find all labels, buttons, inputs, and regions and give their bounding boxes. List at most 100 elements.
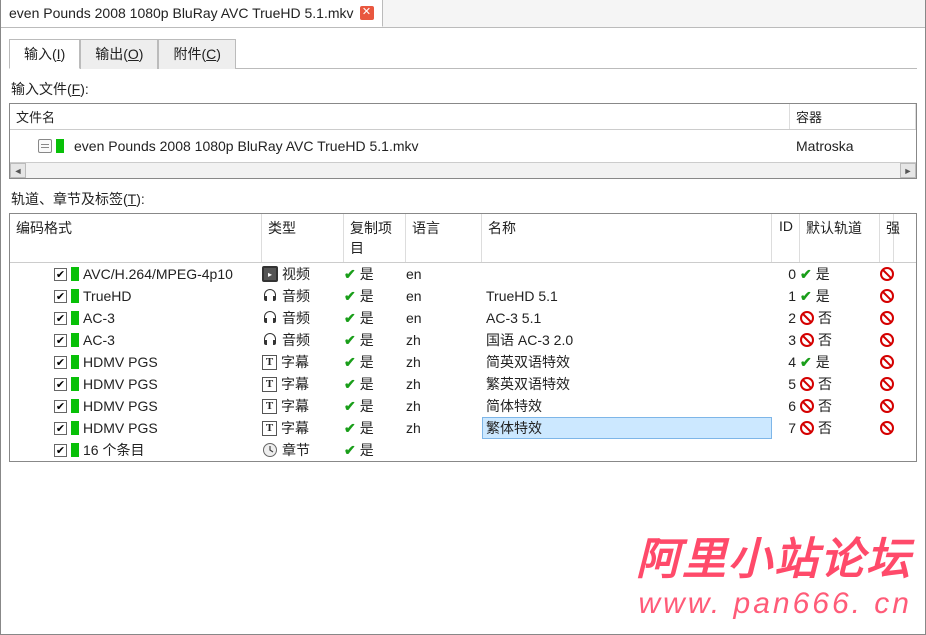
type-label: 章节 — [282, 440, 310, 460]
check-icon: ✔ — [800, 354, 812, 371]
codec-label: HDMV PGS — [83, 420, 158, 436]
type-label: 音频 — [282, 308, 310, 328]
col-container[interactable]: 容器 — [790, 104, 916, 129]
track-row[interactable]: ✔AC-3音频✔ 是zh国语 AC-3 2.03 否 — [10, 329, 916, 351]
col-codec[interactable]: 编码格式 — [10, 214, 262, 262]
check-icon: ✔ — [344, 420, 356, 437]
col-type[interactable]: 类型 — [262, 214, 344, 262]
col-default[interactable]: 默认轨道 — [800, 214, 880, 262]
clock-icon — [262, 442, 278, 458]
check-icon: ✔ — [800, 266, 812, 283]
track-row[interactable]: ✔HDMV PGST字幕✔ 是zh繁体特效7 否 — [10, 417, 916, 439]
tab-output[interactable]: 输出(O) — [80, 39, 158, 69]
track-row[interactable]: ✔HDMV PGST字幕✔ 是zh简体特效6 否 — [10, 395, 916, 417]
track-row[interactable]: ✔16 个条目章节✔ 是 — [10, 439, 916, 461]
file-tab-title: even Pounds 2008 1080p BluRay AVC TrueHD… — [9, 5, 354, 21]
track-header: 编码格式 类型 复制项目 语言 名称 ID 默认轨道 强 — [10, 214, 916, 263]
file-name: even Pounds 2008 1080p BluRay AVC TrueHD… — [70, 138, 790, 154]
lang-label: en — [406, 288, 422, 304]
name-label: 简体特效 — [486, 396, 542, 416]
lang-label: zh — [406, 354, 421, 370]
forbid-icon — [880, 399, 894, 413]
status-mark-icon — [56, 139, 64, 153]
forbid-icon — [880, 421, 894, 435]
id-label: 6 — [788, 398, 796, 414]
headphones-icon — [262, 288, 278, 304]
forbid-icon — [800, 421, 814, 435]
track-checkbox[interactable]: ✔ — [54, 356, 67, 369]
file-tab[interactable]: even Pounds 2008 1080p BluRay AVC TrueHD… — [1, 0, 383, 27]
track-checkbox[interactable]: ✔ — [54, 268, 67, 281]
name-label: 国语 AC-3 2.0 — [486, 330, 573, 350]
tracks-label: 轨道、章节及标签(T): — [11, 189, 917, 209]
input-files-list: 文件名 容器 even Pounds 2008 1080p BluRay AVC… — [9, 103, 917, 179]
forbid-icon — [800, 377, 814, 391]
lang-label: zh — [406, 332, 421, 348]
col-name[interactable]: 名称 — [482, 214, 772, 262]
horizontal-scrollbar[interactable]: ◄ ► — [10, 162, 916, 178]
forbid-icon — [880, 289, 894, 303]
close-icon[interactable]: ✕ — [360, 6, 374, 20]
type-label: 音频 — [282, 286, 310, 306]
name-label: TrueHD 5.1 — [486, 288, 558, 304]
track-row[interactable]: ✔AVC/H.264/MPEG-4p10视频✔ 是en0✔ 是 — [10, 263, 916, 285]
status-mark-icon — [71, 289, 79, 303]
lang-label: zh — [406, 398, 421, 414]
name-label: 繁英双语特效 — [486, 374, 570, 394]
scroll-right-icon[interactable]: ► — [900, 163, 916, 178]
id-label: 3 — [788, 332, 796, 348]
input-files-label: 输入文件(F): — [11, 79, 917, 99]
forbid-icon — [880, 377, 894, 391]
subtitle-icon: T — [262, 399, 277, 414]
inner-tabs: 输入(I) 输出(O) 附件(C) — [9, 38, 917, 69]
forbid-icon — [800, 311, 814, 325]
subtitle-icon: T — [262, 377, 277, 392]
tab-attachments[interactable]: 附件(C) — [158, 39, 235, 69]
file-list-header: 文件名 容器 — [10, 104, 916, 130]
tab-input[interactable]: 输入(I) — [9, 39, 80, 69]
lang-label: en — [406, 310, 422, 326]
codec-label: HDMV PGS — [83, 376, 158, 392]
track-table: 编码格式 类型 复制项目 语言 名称 ID 默认轨道 强 ✔AVC/H.264/… — [9, 213, 917, 462]
track-row[interactable]: ✔TrueHD音频✔ 是enTrueHD 5.11✔ 是 — [10, 285, 916, 307]
col-filename[interactable]: 文件名 — [10, 104, 790, 129]
track-row[interactable]: ✔AC-3音频✔ 是enAC-3 5.12 否 — [10, 307, 916, 329]
name-label: 简英双语特效 — [486, 352, 570, 372]
track-row[interactable]: ✔HDMV PGST字幕✔ 是zh简英双语特效4✔ 是 — [10, 351, 916, 373]
scroll-left-icon[interactable]: ◄ — [10, 163, 26, 178]
col-copy[interactable]: 复制项目 — [344, 214, 406, 262]
col-lang[interactable]: 语言 — [406, 214, 482, 262]
track-checkbox[interactable]: ✔ — [54, 400, 67, 413]
check-icon: ✔ — [344, 310, 356, 327]
video-icon — [262, 266, 278, 282]
status-mark-icon — [71, 355, 79, 369]
track-checkbox[interactable]: ✔ — [54, 312, 67, 325]
name-label: 繁体特效 — [486, 418, 542, 438]
track-checkbox[interactable]: ✔ — [54, 422, 67, 435]
id-label: 0 — [788, 266, 796, 282]
col-forced[interactable]: 强 — [880, 214, 894, 262]
status-mark-icon — [71, 421, 79, 435]
status-mark-icon — [71, 267, 79, 281]
track-checkbox[interactable]: ✔ — [54, 444, 67, 457]
id-label: 2 — [788, 310, 796, 326]
type-label: 字幕 — [281, 374, 309, 394]
check-icon: ✔ — [344, 354, 356, 371]
check-icon: ✔ — [344, 442, 356, 459]
type-label: 字幕 — [281, 352, 309, 372]
forbid-icon — [880, 333, 894, 347]
track-checkbox[interactable]: ✔ — [54, 290, 67, 303]
col-id[interactable]: ID — [772, 214, 800, 262]
check-icon: ✔ — [344, 288, 356, 305]
check-icon: ✔ — [344, 266, 356, 283]
forbid-icon — [880, 267, 894, 281]
file-row[interactable]: even Pounds 2008 1080p BluRay AVC TrueHD… — [10, 134, 916, 158]
headphones-icon — [262, 310, 278, 326]
check-icon: ✔ — [344, 398, 356, 415]
subtitle-icon: T — [262, 355, 277, 370]
codec-label: AC-3 — [83, 332, 115, 348]
track-checkbox[interactable]: ✔ — [54, 334, 67, 347]
forbid-icon — [800, 399, 814, 413]
track-row[interactable]: ✔HDMV PGST字幕✔ 是zh繁英双语特效5 否 — [10, 373, 916, 395]
track-checkbox[interactable]: ✔ — [54, 378, 67, 391]
